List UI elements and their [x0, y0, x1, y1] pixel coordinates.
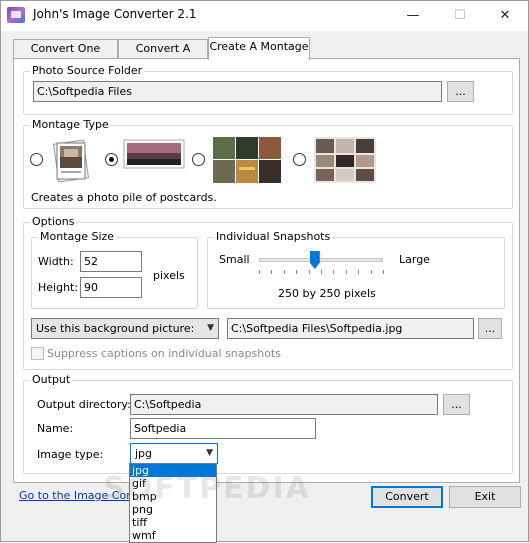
chevron-down-icon: ▼: [207, 323, 214, 333]
montage-type-description: Creates a photo pile of postcards.: [31, 191, 217, 204]
slider-tick: [333, 270, 335, 274]
pixels-label: pixels: [153, 269, 185, 282]
slider-tick: [259, 270, 260, 274]
montage-type-radio-3[interactable]: [192, 153, 205, 166]
close-button[interactable]: ✕: [482, 1, 528, 30]
app-icon: [7, 7, 25, 23]
background-select[interactable]: Use this background picture: ▼: [31, 318, 219, 339]
background-select-value: Use this background picture:: [36, 322, 195, 335]
tab-create-a-montage[interactable]: Create A Montage: [208, 37, 310, 60]
output-browse-button[interactable]: ...: [443, 394, 470, 415]
slider-tick: [271, 270, 273, 274]
montage-type-radio-4[interactable]: [293, 153, 306, 166]
montage-type-radio-1[interactable]: [30, 153, 43, 166]
slider-tick: [383, 270, 384, 274]
group-label: Output: [30, 373, 73, 387]
image-type-label: Image type:: [37, 448, 104, 461]
minimize-button[interactable]: —: [390, 1, 436, 30]
maximize-button[interactable]: ☐: [437, 1, 483, 30]
slider-tick: [345, 270, 347, 274]
source-folder-field[interactable]: C:\Softpedia Files: [33, 81, 442, 102]
group-label: Montage Type: [30, 118, 111, 132]
slider-tick: [321, 270, 322, 274]
slider-tick: [283, 270, 285, 274]
output-directory-label: Output directory:: [37, 398, 131, 411]
montage-preview-grid: [213, 137, 281, 183]
window-title: John's Image Converter 2.1: [33, 7, 197, 21]
snapshot-size-value: 250 by 250 pixels: [278, 287, 376, 300]
background-picture-field[interactable]: C:\Softpedia Files\Softpedia.jpg: [227, 318, 474, 339]
softpedia-watermark: SOFTPEDIA: [103, 471, 311, 506]
height-label: Height:: [38, 281, 79, 294]
image-type-option[interactable]: tiff: [130, 516, 216, 529]
montage-panel: Photo Source Folder C:\Softpedia Files .…: [13, 58, 520, 483]
output-directory-field[interactable]: C:\Softpedia: [130, 394, 438, 415]
background-browse-button[interactable]: ...: [478, 318, 502, 339]
title-bar: John's Image Converter 2.1 — ☐ ✕: [1, 1, 528, 31]
image-type-option[interactable]: wmf: [130, 529, 216, 542]
app-window: John's Image Converter 2.1 — ☐ ✕ Convert…: [0, 0, 529, 543]
chevron-down-icon: ▼: [206, 448, 213, 458]
slider-tick: [370, 270, 372, 274]
group-label: Options: [30, 215, 77, 229]
image-type-select-value: jpg: [135, 447, 153, 460]
slider-tick: [358, 270, 360, 274]
snapshot-size-slider[interactable]: [259, 258, 383, 262]
montage-preview-postcards: [123, 139, 185, 169]
group-label: Individual Snapshots: [214, 230, 333, 244]
montage-type-radio-2[interactable]: [105, 153, 118, 166]
group-label: Montage Size: [38, 230, 117, 244]
tab-convert-a-folder[interactable]: Convert A Folder: [118, 39, 208, 73]
exit-button[interactable]: Exit: [449, 486, 521, 508]
slider-tick: [308, 270, 310, 274]
height-input[interactable]: 90: [80, 277, 142, 298]
slider-max-label: Large: [399, 253, 430, 266]
width-input[interactable]: 52: [80, 251, 142, 272]
name-label: Name:: [37, 422, 74, 435]
image-type-select[interactable]: jpg ▼: [130, 443, 218, 464]
slider-tick: [296, 270, 298, 274]
suppress-captions-label: Suppress captions on individual snapshot…: [47, 347, 281, 360]
name-input[interactable]: Softpedia: [130, 418, 316, 439]
slider-min-label: Small: [219, 253, 250, 266]
montage-preview-photo-pile: [52, 139, 90, 183]
convert-button[interactable]: Convert: [371, 486, 443, 508]
group-label: Photo Source Folder: [30, 64, 145, 78]
tab-convert-one-image[interactable]: Convert One Image: [13, 39, 118, 73]
width-label: Width:: [38, 255, 74, 268]
montage-preview-collage: [314, 137, 376, 183]
source-browse-button[interactable]: ...: [447, 81, 474, 102]
suppress-captions-checkbox[interactable]: [31, 347, 44, 360]
